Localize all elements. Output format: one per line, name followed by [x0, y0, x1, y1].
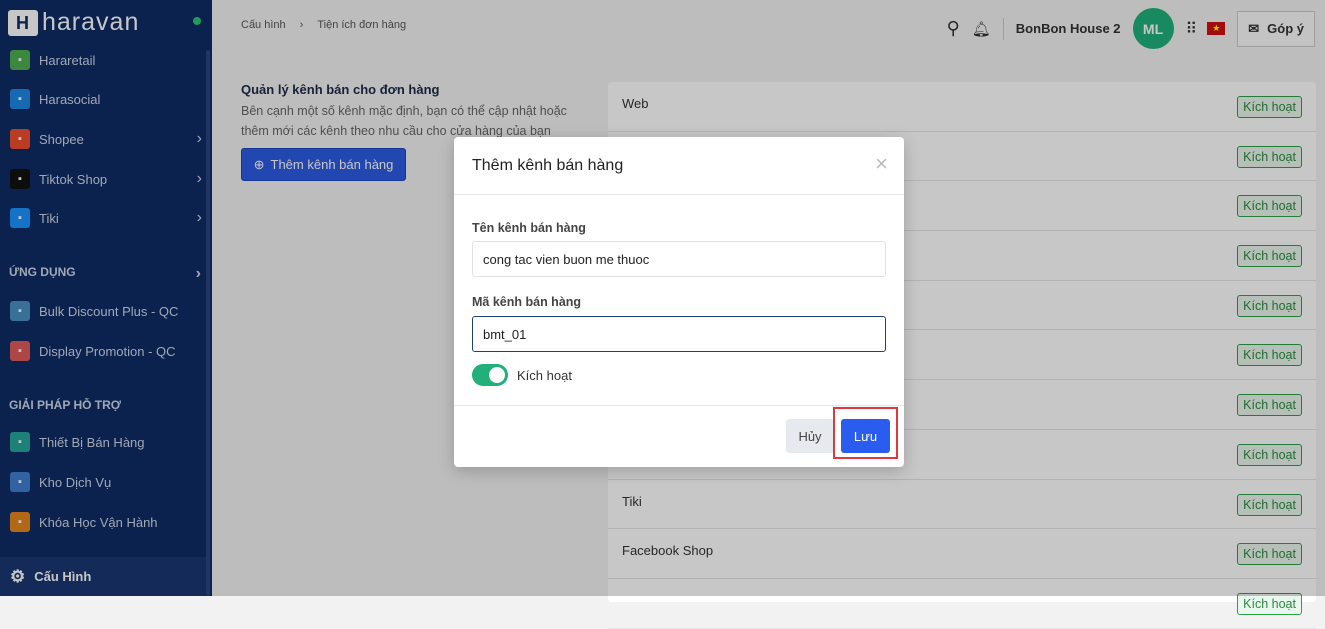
modal-footer-divider — [454, 405, 904, 406]
channel-name-label: Tên kênh bán hàng — [472, 221, 586, 235]
channel-code-label: Mã kênh bán hàng — [472, 295, 582, 309]
activate-badge[interactable]: Kích hoạt — [1237, 592, 1302, 615]
cancel-button[interactable]: Hủy — [786, 419, 834, 453]
channel-name-input[interactable] — [472, 241, 886, 277]
active-toggle-label: Kích hoạt — [517, 368, 572, 383]
active-toggle[interactable] — [472, 364, 508, 386]
channel-code-input[interactable] — [472, 316, 886, 352]
modal-title: Thêm kênh bán hàng — [472, 156, 624, 174]
close-icon[interactable]: × — [875, 153, 888, 175]
add-channel-modal: Thêm kênh bán hàng × Tên kênh bán hàng M… — [454, 137, 904, 467]
save-button[interactable]: Lưu — [841, 419, 890, 453]
